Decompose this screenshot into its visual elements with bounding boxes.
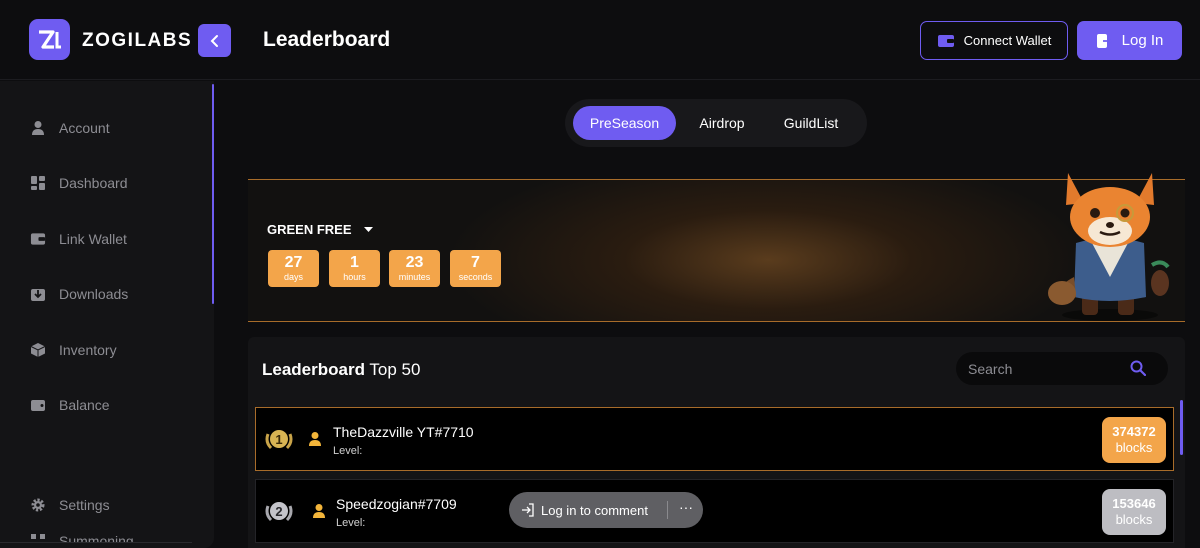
rank-number: 1: [275, 432, 282, 447]
countdown-unit: seconds: [458, 272, 493, 282]
countdown-value: 23: [405, 254, 424, 271]
countdown-days: 27 days: [268, 250, 319, 287]
score-value: 153646: [1112, 496, 1156, 511]
collapse-sidebar-button[interactable]: [198, 24, 231, 57]
sidebar-divider: [0, 542, 192, 543]
sidebar-item-label: Inventory: [59, 342, 117, 358]
season-label: GREEN FREE: [267, 222, 352, 237]
connect-wallet-label: Connect Wallet: [963, 33, 1052, 48]
player-level: Level:: [336, 517, 366, 529]
sidebar-item-inventory[interactable]: Inventory: [30, 338, 117, 362]
gear-icon: [30, 497, 46, 513]
tab-airdrop[interactable]: Airdrop: [683, 106, 761, 140]
search-input[interactable]: [968, 360, 1128, 377]
sidebar-item-link-wallet[interactable]: Link Wallet: [30, 227, 127, 251]
countdown-value: 7: [471, 254, 480, 271]
brand-name: ZOGILABS: [82, 30, 193, 51]
countdown-hours: 1 hours: [329, 250, 380, 287]
table-row[interactable]: 2 Speedzogian#7709 Level: 153646 blocks: [255, 479, 1174, 543]
tab-preseason[interactable]: PreSeason: [573, 106, 676, 140]
leaderboard-title-rest: Top 50: [364, 360, 421, 379]
score-unit: blocks: [1115, 512, 1153, 527]
more-options-icon[interactable]: ···: [679, 499, 693, 515]
sidebar-item-label: Dashboard: [59, 175, 128, 191]
pill-divider: [667, 501, 668, 519]
sidebar-item-account[interactable]: Account: [30, 116, 110, 140]
countdown-unit: hours: [343, 272, 366, 282]
sidebar-item-summoning[interactable]: Summoning: [30, 529, 134, 543]
table-row[interactable]: 1 TheDazzville YT#7710 Level: 374372 blo…: [255, 407, 1174, 471]
sidebar-item-label: Downloads: [59, 286, 129, 302]
leaderboard-title: Leaderboard Top 50: [262, 360, 420, 380]
sidebar: Account Dashboard Link Wallet Downloads …: [0, 81, 214, 548]
sidebar-item-downloads[interactable]: Downloads: [30, 282, 128, 306]
player-name[interactable]: Speedzogian#7709: [336, 496, 457, 512]
login-icon: [1096, 33, 1112, 48]
leaderboard-scrollbar[interactable]: [1180, 400, 1183, 455]
search-box: [956, 352, 1168, 385]
sidebar-overflow-clip: Summoning: [0, 529, 214, 543]
user-icon: [313, 504, 325, 518]
search-icon[interactable]: [1130, 360, 1146, 376]
silver-medal-icon: 2: [265, 502, 293, 522]
sidebar-item-label: Balance: [59, 397, 110, 413]
login-label: Log In: [1121, 32, 1164, 49]
sidebar-item-balance[interactable]: Balance: [30, 393, 110, 417]
sidebar-scrollbar[interactable]: [212, 84, 214, 304]
gold-medal-icon: 1: [265, 430, 293, 450]
top-header: ZOGILABS Leaderboard Connect Wallet Log …: [0, 0, 1200, 80]
login-arrow-icon: [522, 503, 534, 517]
logo-icon[interactable]: [29, 19, 70, 60]
countdown-value: 27: [284, 254, 303, 271]
grid-icon: [30, 175, 46, 191]
download-icon: [30, 286, 46, 302]
score-badge: 374372 blocks: [1102, 417, 1166, 463]
season-dropdown[interactable]: GREEN FREE: [267, 222, 373, 237]
chevron-left-icon: [210, 34, 218, 47]
player-name[interactable]: TheDazzville YT#7710: [333, 424, 474, 440]
fox-mascot-illustration: [1048, 173, 1170, 321]
box-icon: [30, 342, 46, 358]
countdown-unit: minutes: [398, 272, 431, 282]
score-badge: 153646 blocks: [1102, 489, 1166, 535]
sidebar-item-label: Link Wallet: [59, 231, 127, 247]
sidebar-item-dashboard[interactable]: Dashboard: [30, 171, 128, 195]
sidebar-item-settings[interactable]: Settings: [30, 493, 110, 517]
login-button[interactable]: Log In: [1077, 21, 1182, 60]
login-to-comment-label: Log in to comment: [541, 502, 648, 518]
user-icon: [30, 120, 46, 136]
leaderboard-title-bold: Leaderboard: [262, 360, 365, 379]
user-icon: [309, 432, 321, 446]
rank-number: 2: [275, 504, 282, 519]
sidebar-item-label: Settings: [59, 497, 110, 513]
player-level: Level:: [333, 445, 363, 457]
countdown-unit: days: [283, 272, 303, 282]
page-title: Leaderboard: [263, 28, 391, 51]
app-root: ZOGILABS Leaderboard Connect Wallet Log …: [0, 0, 1200, 548]
countdown-minutes: 23 minutes: [389, 250, 440, 287]
leaderboard-panel: Leaderboard Top 50 1 TheDazzville YT#771…: [248, 337, 1185, 548]
caret-down-icon: [363, 226, 373, 232]
wallet-icon: [937, 34, 954, 47]
countdown-seconds: 7 seconds: [450, 250, 501, 287]
score-value: 374372: [1112, 424, 1156, 439]
balance-icon: [30, 397, 46, 413]
score-unit: blocks: [1115, 440, 1153, 455]
season-tabs: PreSeason Airdrop GuildList: [565, 99, 867, 147]
wallet-icon: [30, 231, 46, 247]
login-to-comment-pill[interactable]: Log in to comment ···: [509, 492, 703, 528]
connect-wallet-button[interactable]: Connect Wallet: [920, 21, 1068, 60]
tab-guildlist[interactable]: GuildList: [763, 106, 859, 140]
countdown-value: 1: [350, 254, 359, 271]
sidebar-item-label: Account: [59, 120, 110, 136]
